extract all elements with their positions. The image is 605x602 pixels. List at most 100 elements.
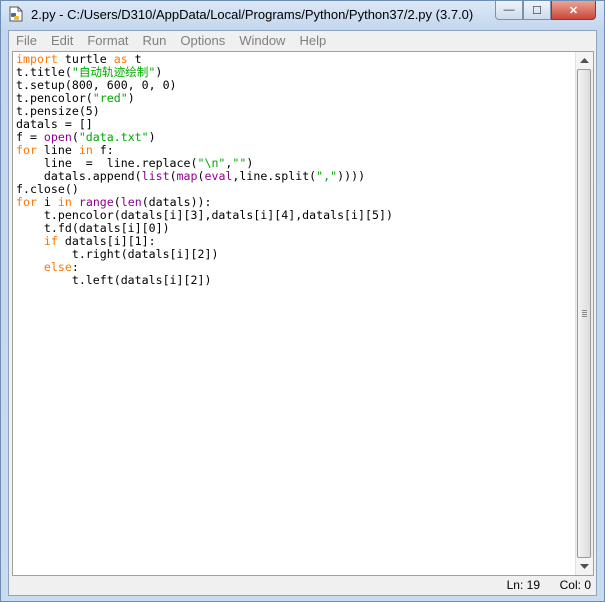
code-token: datals[i][1]: [57, 234, 156, 248]
code-token: open [43, 130, 72, 144]
code-line: for i in range(len(datals)): [16, 195, 212, 209]
scroll-up-button[interactable] [576, 52, 593, 69]
code-token: line [36, 143, 79, 157]
code-token: f = [16, 130, 44, 144]
menu-format[interactable]: Format [80, 31, 135, 51]
code-line: datals = [] [16, 117, 93, 131]
scroll-down-button[interactable] [576, 558, 593, 575]
menu-bar: File Edit Format Run Options Window Help [9, 31, 596, 51]
code-token: i [36, 195, 58, 209]
code-line: t.pencolor("red") [16, 91, 135, 105]
menu-help[interactable]: Help [292, 31, 333, 51]
column-number-status: Col: 0 [559, 578, 591, 592]
minimize-icon: — [503, 4, 515, 16]
code-token: "\n" [197, 156, 226, 170]
code-token: )))) [337, 169, 366, 183]
code-token: f.close() [16, 182, 79, 196]
code-token: f: [92, 143, 114, 157]
code-token: range [78, 195, 114, 209]
status-bar: Ln: 19 Col: 0 [9, 575, 596, 595]
code-token: t.title( [16, 65, 72, 79]
code-token: ) [155, 65, 163, 79]
code-line: if datals[i][1]: [16, 234, 156, 248]
client-area: File Edit Format Run Options Window Help… [8, 30, 597, 596]
maximize-icon: ☐ [532, 4, 542, 17]
code-token: len [120, 195, 142, 209]
grip-line [582, 310, 587, 311]
code-token: ( [71, 130, 79, 144]
menu-options[interactable]: Options [173, 31, 232, 51]
code-line: t.left(datals[i][2]) [16, 273, 212, 287]
code-token: : [71, 260, 79, 274]
code-token: map [176, 169, 198, 183]
code-line: else: [16, 260, 79, 274]
code-line: datals.append(list(map(eval,line.split("… [16, 169, 365, 183]
grip-line [582, 314, 587, 315]
title-bar[interactable]: 2.py - C:/Users/D310/AppData/Local/Progr… [1, 1, 604, 29]
code-token: for [16, 143, 37, 157]
minimize-button[interactable]: — [495, 1, 523, 20]
chevron-down-icon [580, 563, 589, 569]
close-icon: ✕ [568, 4, 579, 17]
code-token: in [78, 143, 93, 157]
code-token: ) [246, 156, 254, 170]
code-token: t.left(datals[i][2]) [16, 273, 212, 287]
code-token: ) [148, 130, 156, 144]
vertical-scrollbar[interactable] [575, 52, 593, 575]
code-token: (datals)): [141, 195, 212, 209]
code-line: t.pencolor(datals[i][3],datals[i][4],dat… [16, 208, 393, 222]
code-token: ,line.split( [232, 169, 317, 183]
code-token: t.setup(800, 600, 0, 0) [16, 78, 177, 92]
close-button[interactable]: ✕ [551, 1, 596, 20]
code-token: "red" [92, 91, 128, 105]
code-line: f.close() [16, 182, 79, 196]
code-token: for [16, 195, 37, 209]
code-line: t.title("自动轨迹绘制") [16, 65, 162, 79]
code-token: t.pencolor( [16, 91, 93, 105]
code-token: datals.append( [16, 169, 142, 183]
chevron-up-icon [580, 57, 589, 63]
code-token: in [57, 195, 72, 209]
code-token: "" [232, 156, 247, 170]
code-token: ( [113, 195, 121, 209]
code-token: eval [204, 169, 233, 183]
code-token: t.fd(datals[i][0]) [16, 221, 170, 235]
code-token: t.right(datals[i][2]) [16, 247, 219, 261]
menu-file[interactable]: File [9, 31, 44, 51]
code-line: t.setup(800, 600, 0, 0) [16, 78, 177, 92]
code-text[interactable]: import turtle as t t.title("自动轨迹绘制") t.s… [16, 53, 576, 573]
code-token: datals = [] [16, 117, 93, 131]
code-line: f = open("data.txt") [16, 130, 156, 144]
code-token: else [43, 260, 72, 274]
code-line: t.pensize(5) [16, 104, 100, 118]
code-token: t.pencolor(datals[i][3],datals[i][4],dat… [16, 208, 393, 222]
code-line: t.fd(datals[i][0]) [16, 221, 170, 235]
code-token: if [43, 234, 58, 248]
code-editor[interactable]: import turtle as t t.title("自动轨迹绘制") t.s… [12, 51, 594, 576]
idle-editor-window: 2.py - C:/Users/D310/AppData/Local/Progr… [0, 0, 605, 602]
window-controls: — ☐ ✕ [495, 1, 596, 20]
code-token: ( [169, 169, 177, 183]
code-line: line = line.replace("\n","") [16, 156, 253, 170]
menu-edit[interactable]: Edit [44, 31, 80, 51]
scrollbar-thumb[interactable] [577, 69, 591, 558]
grip-line [582, 312, 587, 313]
code-token: ) [127, 91, 135, 105]
code-line: for line in f: [16, 143, 114, 157]
code-token: list [141, 169, 170, 183]
menu-run[interactable]: Run [136, 31, 174, 51]
maximize-button[interactable]: ☐ [523, 1, 551, 20]
code-token: "data.txt" [78, 130, 149, 144]
code-token: line = line.replace( [16, 156, 198, 170]
code-token: t.pensize(5) [16, 104, 100, 118]
line-number-status: Ln: 19 [506, 578, 540, 592]
window-title: 2.py - C:/Users/D310/AppData/Local/Progr… [31, 7, 474, 22]
code-line: t.right(datals[i][2]) [16, 247, 219, 261]
menu-window[interactable]: Window [232, 31, 292, 51]
grip-line [582, 316, 587, 317]
code-token: "自动轨迹绘制" [71, 65, 156, 79]
python-file-icon [8, 6, 24, 22]
